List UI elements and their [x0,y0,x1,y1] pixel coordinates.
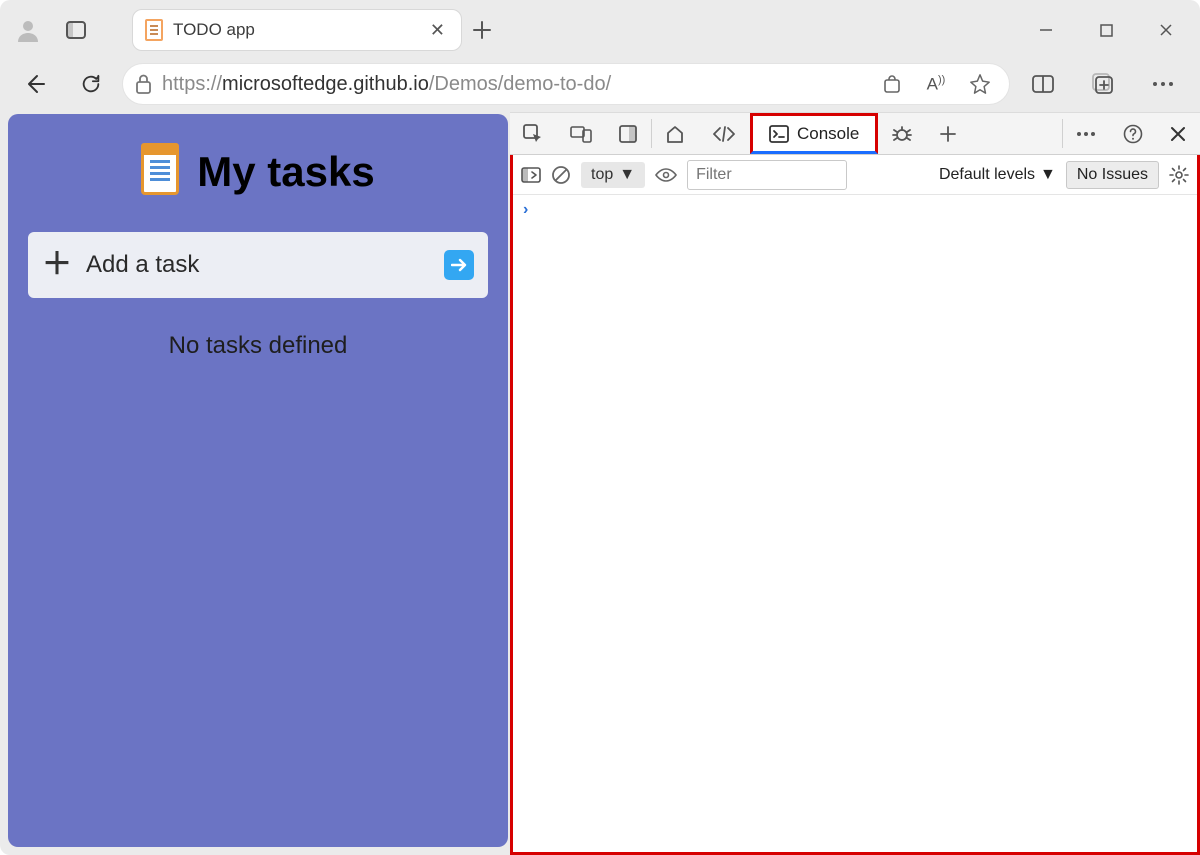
ban-icon [551,165,571,185]
back-button[interactable] [10,60,60,108]
bag-icon [882,75,902,93]
dock-side-button[interactable] [606,113,651,154]
plus-icon [473,21,491,39]
welcome-tab[interactable] [652,113,699,154]
favorite-button[interactable] [963,73,997,95]
empty-state-text: No tasks defined [28,332,488,360]
maximize-icon [1100,24,1113,37]
sidebar-icon [521,167,541,183]
toggle-sidebar-button[interactable] [521,167,541,183]
devtools-close-button[interactable] [1157,113,1200,154]
clipboard-icon [141,149,179,195]
devtools-more-button[interactable] [1063,113,1110,154]
split-icon [1032,74,1054,94]
plus-icon: ＋ [42,250,72,280]
help-icon [1123,124,1143,144]
shopping-button[interactable] [875,75,909,93]
issues-tab[interactable] [878,113,927,154]
read-aloud-icon: A)) [927,74,946,95]
chevron-down-icon: ▼ [1040,166,1056,184]
tab-title: TODO app [173,20,416,40]
minimize-button[interactable] [1016,6,1076,54]
chevron-down-icon: ▼ [619,166,635,184]
bug-icon [891,123,913,145]
lock-icon [135,74,152,94]
elements-tab[interactable] [699,113,750,154]
issues-button[interactable]: No Issues [1066,161,1159,189]
live-expression-button[interactable] [655,167,677,183]
browser-window: TODO app ✕ https://microsoftedge.github.… [0,0,1200,855]
new-tab-button[interactable] [462,21,502,39]
ellipsis-icon [1076,131,1096,137]
clear-console-button[interactable] [551,165,571,185]
filter-input[interactable] [687,160,847,190]
omnibox[interactable]: https://microsoftedge.github.io/Demos/de… [122,63,1010,105]
eye-icon [655,167,677,183]
ellipsis-icon [1152,81,1174,87]
levels-label: Default levels [939,166,1035,184]
browser-tab[interactable]: TODO app ✕ [132,9,462,51]
close-icon [1159,23,1173,37]
code-icon [712,125,736,143]
url-path: /Demos/demo-to-do/ [429,73,611,95]
clipboard-icon [145,19,163,41]
dock-icon [619,125,637,143]
console-icon [769,125,789,143]
more-tabs-button[interactable] [927,113,970,154]
log-levels-selector[interactable]: Default levels ▼ [939,166,1056,184]
add-task-input[interactable]: Add a task [86,251,430,279]
tab-actions-button[interactable] [52,21,100,39]
tab-close-button[interactable]: ✕ [426,16,449,45]
url-host: microsoftedge.github.io [222,73,429,95]
title-bar: TODO app ✕ [0,0,1200,56]
star-icon [969,73,991,95]
add-task-submit-button[interactable] [444,250,474,280]
window-controls [1016,6,1196,54]
inspect-icon [523,124,543,144]
devices-icon [570,125,592,143]
device-emulation-button[interactable] [557,113,606,154]
gear-icon [1169,165,1189,185]
context-selector[interactable]: top ▼ [581,162,645,188]
inspect-element-button[interactable] [510,113,557,154]
home-icon [665,124,685,144]
todo-app-page: My tasks ＋ Add a task No tasks defined [8,114,508,847]
person-icon [16,18,40,42]
minimize-icon [1039,23,1053,37]
collections-button[interactable] [1076,60,1130,108]
profile-button[interactable] [4,18,52,42]
page-title: My tasks [197,148,374,196]
collections-icon [1092,73,1114,95]
console-toolbar: top ▼ Default levels ▼ No Issues [513,155,1197,195]
close-window-button[interactable] [1136,6,1196,54]
refresh-button[interactable] [66,60,116,108]
settings-more-button[interactable] [1136,60,1190,108]
maximize-button[interactable] [1076,6,1136,54]
refresh-icon [80,73,102,95]
devtools-tab-bar: Console [510,113,1200,155]
arrow-left-icon [23,72,47,96]
url-prefix: https:// [162,73,222,95]
devtools-panel: Console top ▼ Default levels ▼ [510,112,1200,855]
close-icon [1170,126,1186,142]
console-tab-label: Console [797,124,859,144]
address-bar: https://microsoftedge.github.io/Demos/de… [0,56,1200,112]
plus-icon [940,126,956,142]
arrow-right-icon [451,258,467,272]
devtools-help-button[interactable] [1110,113,1157,154]
url-text: https://microsoftedge.github.io/Demos/de… [162,73,865,96]
console-panel: top ▼ Default levels ▼ No Issues › [510,155,1200,855]
page-heading: My tasks [28,148,488,196]
console-prompt-icon: › [523,201,528,218]
context-label: top [591,166,613,184]
console-tab[interactable]: Console [750,113,878,154]
tab-overview-icon [66,21,86,39]
add-task-row: ＋ Add a task [28,232,488,298]
viewport: My tasks ＋ Add a task No tasks defined [0,112,1200,855]
read-aloud-button[interactable]: A)) [919,74,953,95]
split-screen-button[interactable] [1016,60,1070,108]
console-output[interactable]: › [513,195,1197,852]
console-settings-button[interactable] [1169,165,1189,185]
